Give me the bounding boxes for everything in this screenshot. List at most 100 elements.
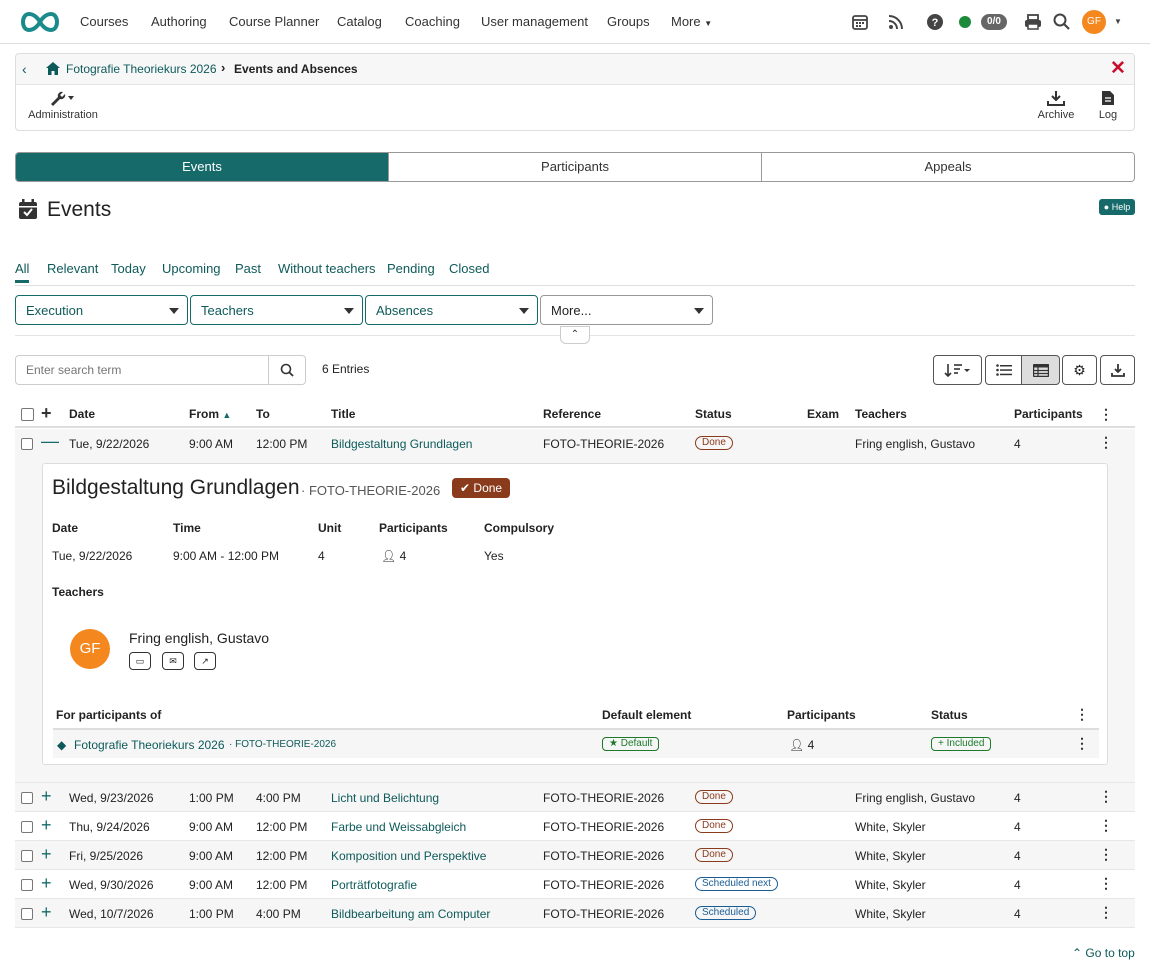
row-checkbox[interactable]: [21, 438, 33, 450]
search-icon[interactable]: [1052, 12, 1072, 32]
tab-participants[interactable]: Participants: [389, 153, 762, 181]
expand-row-icon[interactable]: +: [41, 816, 52, 834]
filter-tab-all[interactable]: All: [15, 261, 30, 283]
more-filter[interactable]: More...: [540, 295, 713, 325]
administration-button[interactable]: Administration: [28, 90, 98, 121]
tab-appeals[interactable]: Appeals: [762, 153, 1134, 181]
search-button[interactable]: [268, 355, 306, 385]
row-title-link[interactable]: Farbe und Weissabgleich: [331, 820, 466, 834]
collapse-row-icon[interactable]: —: [41, 432, 59, 450]
row-from: 1:00 PM: [189, 791, 234, 805]
filter-tab-today[interactable]: Today: [111, 261, 146, 276]
expand-all-icon[interactable]: +: [41, 404, 52, 422]
column-teachers[interactable]: Teachers: [855, 407, 907, 421]
table-row[interactable]: + Thu, 9/24/2026 9:00 AM 12:00 PM Farbe …: [15, 812, 1135, 841]
sort-button[interactable]: [933, 355, 982, 385]
row-teachers: White, Skyler: [855, 820, 926, 834]
log-button[interactable]: Log: [1094, 90, 1122, 121]
online-status-dot[interactable]: [959, 16, 971, 28]
calendar-icon[interactable]: [850, 12, 870, 32]
column-participants[interactable]: Participants: [1014, 407, 1083, 421]
select-all-checkbox[interactable]: [21, 408, 34, 421]
mail-icon[interactable]: ✉: [162, 652, 184, 670]
column-date[interactable]: Date: [69, 407, 95, 421]
list-view-button[interactable]: [985, 355, 1022, 385]
nav-user-management[interactable]: User management: [481, 14, 588, 29]
nav-more[interactable]: More ▼: [671, 14, 712, 29]
nav-coaching[interactable]: Coaching: [405, 14, 460, 29]
nav-groups[interactable]: Groups: [607, 14, 650, 29]
tab-events[interactable]: Events: [16, 153, 389, 181]
sub-column-options-icon[interactable]: ⋮: [1075, 707, 1089, 721]
expand-row-icon[interactable]: +: [41, 845, 52, 863]
filter-tab-without-teachers[interactable]: Without teachers: [278, 261, 376, 276]
course-link[interactable]: Fotografie Theoriekurs 2026: [74, 738, 225, 752]
row-options-icon[interactable]: ⋮: [1099, 905, 1113, 919]
nav-catalog[interactable]: Catalog: [337, 14, 382, 29]
row-title-link[interactable]: Bildgestaltung Grundlagen: [331, 437, 472, 451]
row-options-icon[interactable]: ⋮: [1099, 435, 1113, 449]
export-button[interactable]: [1100, 355, 1135, 385]
row-checkbox[interactable]: [21, 821, 33, 833]
column-title[interactable]: Title: [331, 407, 355, 421]
archive-button[interactable]: Archive: [1036, 90, 1076, 121]
contact-card-icon[interactable]: ▭: [129, 652, 151, 670]
user-avatar[interactable]: GF: [1082, 10, 1106, 34]
column-exam[interactable]: Exam: [807, 407, 839, 421]
settings-button[interactable]: ⚙: [1062, 355, 1097, 385]
table-row[interactable]: + Wed, 9/30/2026 9:00 AM 12:00 PM Porträ…: [15, 870, 1135, 899]
nav-course-planner[interactable]: Course Planner: [229, 14, 319, 29]
expand-row-icon[interactable]: +: [41, 787, 52, 805]
row-options-icon[interactable]: ⋮: [1099, 847, 1113, 861]
collapse-filters-button[interactable]: ⌃: [560, 326, 590, 344]
user-menu-caret-icon[interactable]: ▼: [1114, 17, 1122, 26]
column-options-icon[interactable]: ⋮: [1099, 407, 1113, 421]
table-row[interactable]: + Wed, 10/7/2026 1:00 PM 4:00 PM Bildbea…: [15, 899, 1135, 928]
table-view-button[interactable]: [1021, 355, 1060, 385]
column-status[interactable]: Status: [695, 407, 732, 421]
close-icon[interactable]: ✕: [1110, 57, 1126, 80]
filter-tab-closed[interactable]: Closed: [449, 261, 489, 276]
column-reference[interactable]: Reference: [543, 407, 601, 421]
help-icon[interactable]: ?: [925, 12, 945, 32]
row-options-icon[interactable]: ⋮: [1099, 876, 1113, 890]
filter-tab-relevant[interactable]: Relevant: [47, 261, 98, 276]
breadcrumb-course-link[interactable]: Fotografie Theoriekurs 2026: [66, 62, 217, 76]
row-checkbox[interactable]: [21, 879, 33, 891]
home-icon[interactable]: [46, 62, 60, 75]
search-input[interactable]: [15, 355, 269, 385]
row-title-link[interactable]: Bildbearbeitung am Computer: [331, 907, 490, 921]
execution-filter[interactable]: Execution: [15, 295, 188, 325]
external-link-icon[interactable]: ↗: [194, 652, 216, 670]
row-checkbox[interactable]: [21, 908, 33, 920]
nav-courses[interactable]: Courses: [80, 14, 128, 29]
logo-icon[interactable]: [17, 10, 63, 37]
row-checkbox[interactable]: [21, 792, 33, 804]
row-options-icon[interactable]: ⋮: [1099, 789, 1113, 803]
absences-filter[interactable]: Absences: [365, 295, 538, 325]
nav-authoring[interactable]: Authoring: [151, 14, 207, 29]
filter-tab-upcoming[interactable]: Upcoming: [162, 261, 221, 276]
row-checkbox[interactable]: [21, 850, 33, 862]
sub-row-options-icon[interactable]: ⋮: [1075, 736, 1089, 750]
table-row[interactable]: + Fri, 9/25/2026 9:00 AM 12:00 PM Kompos…: [15, 841, 1135, 870]
expand-row-icon[interactable]: +: [41, 903, 52, 921]
row-title-link[interactable]: Porträtfotografie: [331, 878, 417, 892]
rss-icon[interactable]: [886, 12, 906, 32]
row-date: Wed, 10/7/2026: [69, 907, 154, 921]
unread-counter-badge[interactable]: 0/0: [981, 14, 1007, 30]
filter-tab-past[interactable]: Past: [235, 261, 261, 276]
column-from[interactable]: From ▲: [189, 407, 231, 421]
expand-row-icon[interactable]: +: [41, 874, 52, 892]
back-chevron-icon[interactable]: ‹: [22, 61, 27, 77]
table-row[interactable]: + Wed, 9/23/2026 1:00 PM 4:00 PM Licht u…: [15, 783, 1135, 812]
go-to-top-link[interactable]: ⌃ Go to top: [1072, 946, 1135, 960]
teachers-filter[interactable]: Teachers: [190, 295, 363, 325]
row-title-link[interactable]: Komposition und Perspektive: [331, 849, 486, 863]
row-title-link[interactable]: Licht und Belichtung: [331, 791, 439, 805]
help-button[interactable]: ● Help: [1099, 199, 1135, 215]
column-to[interactable]: To: [256, 407, 270, 421]
filter-tab-pending[interactable]: Pending: [387, 261, 435, 276]
row-options-icon[interactable]: ⋮: [1099, 818, 1113, 832]
print-icon[interactable]: [1023, 12, 1043, 32]
